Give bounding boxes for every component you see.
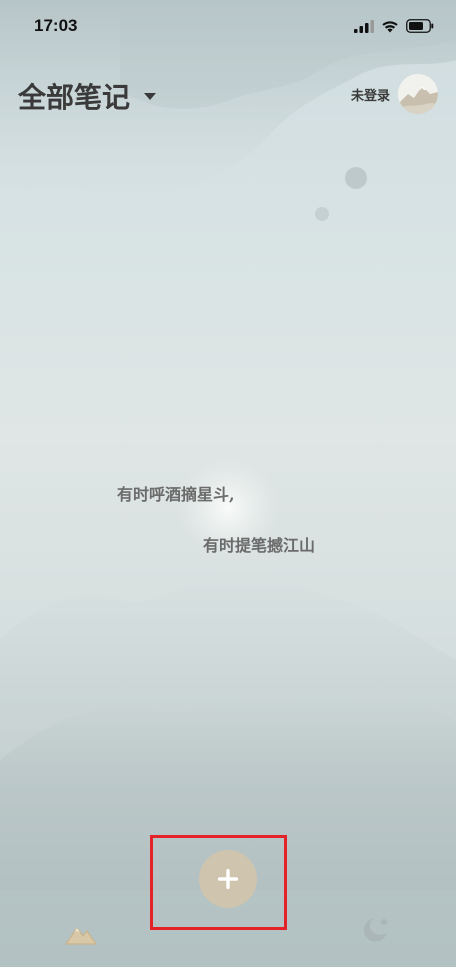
- plus-icon: [218, 869, 238, 889]
- battery-icon: [406, 19, 434, 33]
- app-screen: 17:03 全部笔记 未登录 有时呼酒摘星斗, 有时提笔撼江山: [0, 0, 456, 967]
- page-title: 全部笔记: [18, 81, 131, 114]
- poem-line-1: 有时呼酒摘星斗,: [117, 485, 235, 504]
- login-status-label: 未登录: [350, 88, 390, 104]
- caret-down-icon: [144, 92, 157, 100]
- tab-night-mode[interactable]: [360, 915, 390, 945]
- wifi-icon: [382, 20, 398, 32]
- mountain-icon: [65, 927, 97, 945]
- notes-filter-dropdown[interactable]: 全部笔记: [18, 76, 157, 116]
- poem-line-2: 有时提笔撼江山: [203, 536, 316, 555]
- add-note-button[interactable]: [199, 850, 257, 908]
- mountain-avatar-icon[interactable]: [398, 74, 438, 114]
- moon-icon: [364, 918, 387, 942]
- status-icons: [354, 18, 434, 34]
- status-time: 17:03: [34, 16, 78, 35]
- tab-notes[interactable]: [65, 920, 97, 946]
- status-bar: 17:03: [0, 0, 456, 56]
- cellular-signal-icon: [354, 19, 374, 33]
- login-button[interactable]: 未登录: [351, 74, 438, 114]
